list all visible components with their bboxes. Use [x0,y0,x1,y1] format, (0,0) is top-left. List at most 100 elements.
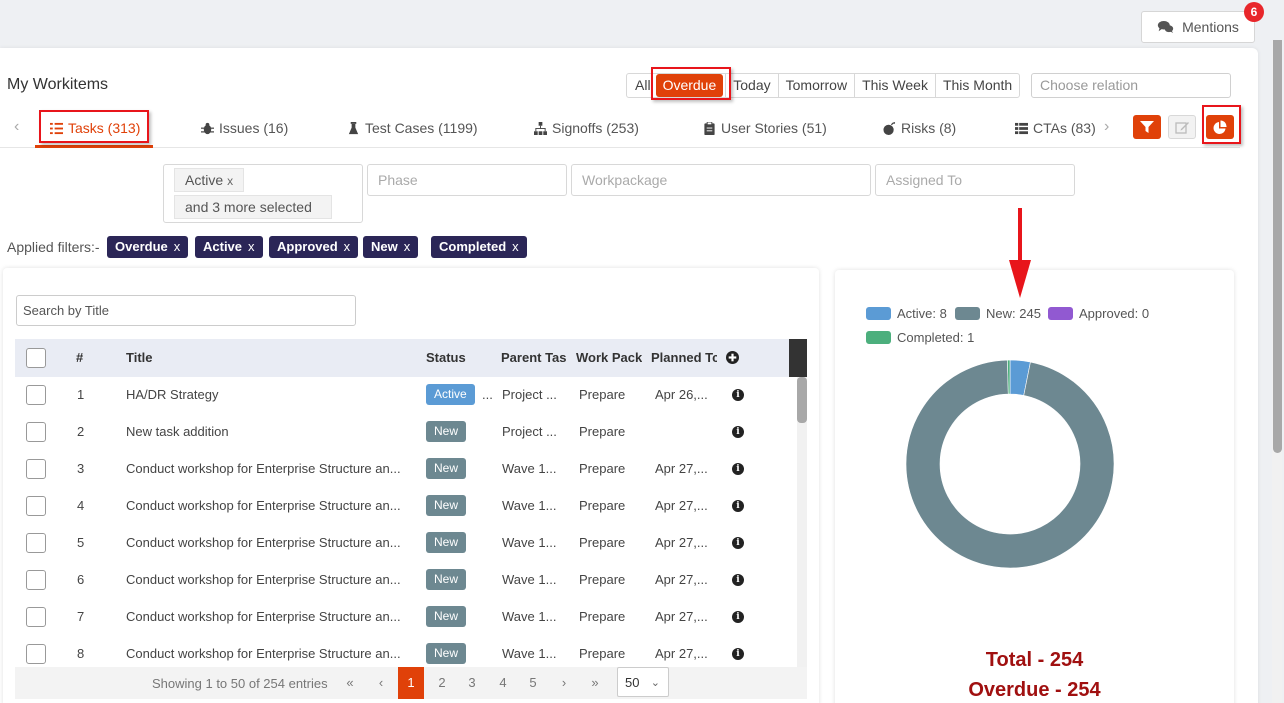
tab-tasks-label: Tasks (313) [68,120,141,136]
row-checkbox[interactable] [26,422,46,442]
legend-item-active[interactable]: Active: 8 [866,306,947,321]
page-2-button[interactable]: 2 [429,667,455,699]
date-filter-group: All Overdue Today Tomorrow This Week Thi… [626,73,1021,98]
tabs-scroll-left-icon[interactable]: ‹ [14,118,19,136]
row-title[interactable]: HA/DR Strategy [126,387,218,402]
table-header-scroll-corner [789,339,807,377]
row-checkbox[interactable] [26,459,46,479]
search-by-title-input[interactable]: Search by Title [16,295,356,326]
choose-relation-select[interactable]: Choose relation [1031,73,1231,98]
page-1-button[interactable]: 1 [398,667,424,699]
tab-risks[interactable]: Risks (8) [883,116,956,140]
page-5-button[interactable]: 5 [520,667,546,699]
legend-item-approved[interactable]: Approved: 0 [1048,306,1149,321]
next-page-button[interactable]: › [551,667,577,699]
row-title[interactable]: Conduct workshop for Enterprise Structur… [126,609,401,624]
row-title[interactable]: Conduct workshop for Enterprise Structur… [126,572,401,587]
remove-filter-icon[interactable]: x [174,239,181,254]
row-title[interactable]: Conduct workshop for Enterprise Structur… [126,535,401,550]
row-checkbox[interactable] [26,533,46,553]
tab-risks-label: Risks (8) [901,120,957,136]
tab-tasks[interactable]: Tasks (313) [50,116,140,140]
page-3-button[interactable]: 3 [459,667,485,699]
add-column-icon[interactable] [726,351,739,364]
column-work-package[interactable]: Work Pack [576,350,642,365]
column-title[interactable]: Title [126,350,153,365]
table-scrollbar-thumb[interactable] [797,377,807,423]
legend-item-completed[interactable]: Completed: 1 [866,330,974,345]
tab-user-stories[interactable]: User Stories (51) [703,116,827,140]
date-filter-this-week[interactable]: This Week [854,74,935,97]
remove-filter-icon[interactable]: x [404,239,411,254]
status-multiselect[interactable]: Active x and 3 more selected [163,164,363,223]
table-row[interactable]: 6 Conduct workshop for Enterprise Structu… [15,562,789,599]
column-parent-task[interactable]: Parent Tas [501,350,566,365]
table-row[interactable]: 1 HA/DR Strategy Active... Project ... Prepa… [15,377,789,414]
last-page-button[interactable]: » [582,667,608,699]
info-icon[interactable]: i [732,389,744,401]
mentions-button[interactable]: Mentions [1141,11,1255,43]
filter-button[interactable] [1133,115,1161,139]
status-badge: New [426,569,467,590]
info-icon[interactable]: i [732,426,744,438]
row-number: 8 [77,646,85,661]
chart-view-button[interactable] [1206,115,1234,139]
info-icon[interactable]: i [732,574,744,586]
phase-select[interactable]: Phase [367,164,567,196]
date-filter-tomorrow[interactable]: Tomorrow [777,74,854,97]
row-checkbox[interactable] [26,644,46,664]
tab-signoffs[interactable]: Signoffs (253) [534,116,639,140]
info-icon[interactable]: i [732,537,744,549]
column-number[interactable]: # [76,350,83,365]
date-filter-overdue[interactable]: Overdue [655,74,724,97]
tabs-scroll-right-icon[interactable]: › [1104,118,1109,136]
remove-filter-icon[interactable]: x [344,239,351,254]
edit-button[interactable] [1168,115,1196,139]
tab-ctas[interactable]: CTAs (83) [1015,116,1096,140]
table-row[interactable]: 7 Conduct workshop for Enterprise Structu… [15,599,789,636]
info-icon[interactable]: i [732,648,744,660]
page-4-button[interactable]: 4 [490,667,516,699]
column-status[interactable]: Status [426,350,466,365]
date-filter-this-month[interactable]: This Month [934,74,1019,97]
info-icon[interactable]: i [732,463,744,475]
row-title[interactable]: Conduct workshop for Enterprise Structur… [126,498,401,513]
status-badge: New [426,643,467,664]
row-checkbox[interactable] [26,496,46,516]
prev-page-button[interactable]: ‹ [368,667,394,699]
table-row[interactable]: 3 Conduct workshop for Enterprise Structu… [15,451,789,488]
remove-chip-icon[interactable]: x [227,174,233,188]
remove-filter-icon[interactable]: x [248,239,255,254]
row-checkbox[interactable] [26,385,46,405]
chevron-down-icon: ⌄ [650,677,660,689]
row-title[interactable]: New task addition [126,424,229,439]
table-row[interactable]: 4 Conduct workshop for Enterprise Structu… [15,488,789,525]
first-page-button[interactable]: « [337,667,363,699]
table-scrollbar[interactable] [797,377,807,667]
page-scrollbar[interactable] [1272,40,1282,703]
select-all-checkbox[interactable] [26,348,46,368]
status-chip-active[interactable]: Active x [174,168,245,192]
info-icon[interactable]: i [732,611,744,623]
page-scrollbar-thumb[interactable] [1273,40,1282,453]
row-title[interactable]: Conduct workshop for Enterprise Structur… [126,646,401,661]
workitem-tabs: ‹ Tasks (313) Issues (16) Test Cases (11… [0,108,1240,148]
date-filter-today[interactable]: Today [725,74,777,97]
workpackage-select[interactable]: Workpackage [571,164,871,196]
legend-label-approved: Approved: 0 [1079,306,1150,321]
remove-filter-icon[interactable]: x [512,239,519,254]
column-planned-to[interactable]: Planned Tc [651,350,717,365]
row-checkbox[interactable] [26,607,46,627]
tab-test-cases[interactable]: Test Cases (1199) [347,116,478,140]
status-chart-panel: Active: 8 New: 245 Approved: 0 Completed… [835,270,1234,703]
row-checkbox[interactable] [26,570,46,590]
table-row[interactable]: 2 New task addition New Project ... Prepare i [15,414,789,451]
table-row[interactable]: 5 Conduct workshop for Enterprise Structu… [15,525,789,562]
tab-issues[interactable]: Issues (16) [201,116,288,140]
page-size-select[interactable]: 50 ⌄ [617,667,669,697]
row-title[interactable]: Conduct workshop for Enterprise Structur… [126,461,401,476]
date-filter-all[interactable]: All [627,74,654,97]
info-icon[interactable]: i [732,500,744,512]
assigned-to-select[interactable]: Assigned To [875,164,1075,196]
legend-item-new[interactable]: New: 245 [955,306,1041,321]
